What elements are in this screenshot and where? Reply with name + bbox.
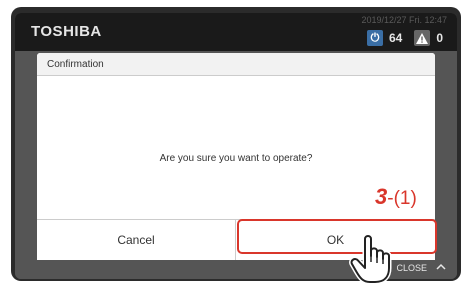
brand-logo: TOSHIBA — [31, 23, 102, 40]
confirmation-dialog: Confirmation Are you sure you want to op… — [37, 53, 435, 260]
step-annotation: 3-(1) — [375, 184, 417, 210]
step-number: 3 — [375, 184, 388, 209]
warning-icon — [414, 30, 431, 46]
datetime: 2019/12/27 Fri. 12:47 — [361, 15, 447, 25]
cancel-button[interactable]: Cancel — [37, 220, 236, 260]
status-indicators: ⏻ 64 0 — [366, 29, 449, 47]
chevron-up-icon[interactable] — [435, 261, 447, 273]
power-icon: ⏻ — [366, 30, 383, 46]
dialog-message: Are you sure you want to operate? — [159, 153, 313, 164]
alarm-count: 0 — [436, 31, 443, 45]
dialog-title: Confirmation — [47, 59, 104, 70]
dialog-header: Confirmation — [37, 53, 435, 76]
step-suffix: -(1) — [387, 188, 417, 209]
hand-cursor-icon — [349, 233, 392, 284]
close-button[interactable]: CLOSE — [396, 263, 427, 273]
ok-button[interactable]: OK — [236, 220, 435, 260]
top-bar: TOSHIBA 2019/12/27 Fri. 12:47 ⏻ 64 0 — [15, 13, 457, 51]
power-count: 64 — [388, 31, 403, 45]
